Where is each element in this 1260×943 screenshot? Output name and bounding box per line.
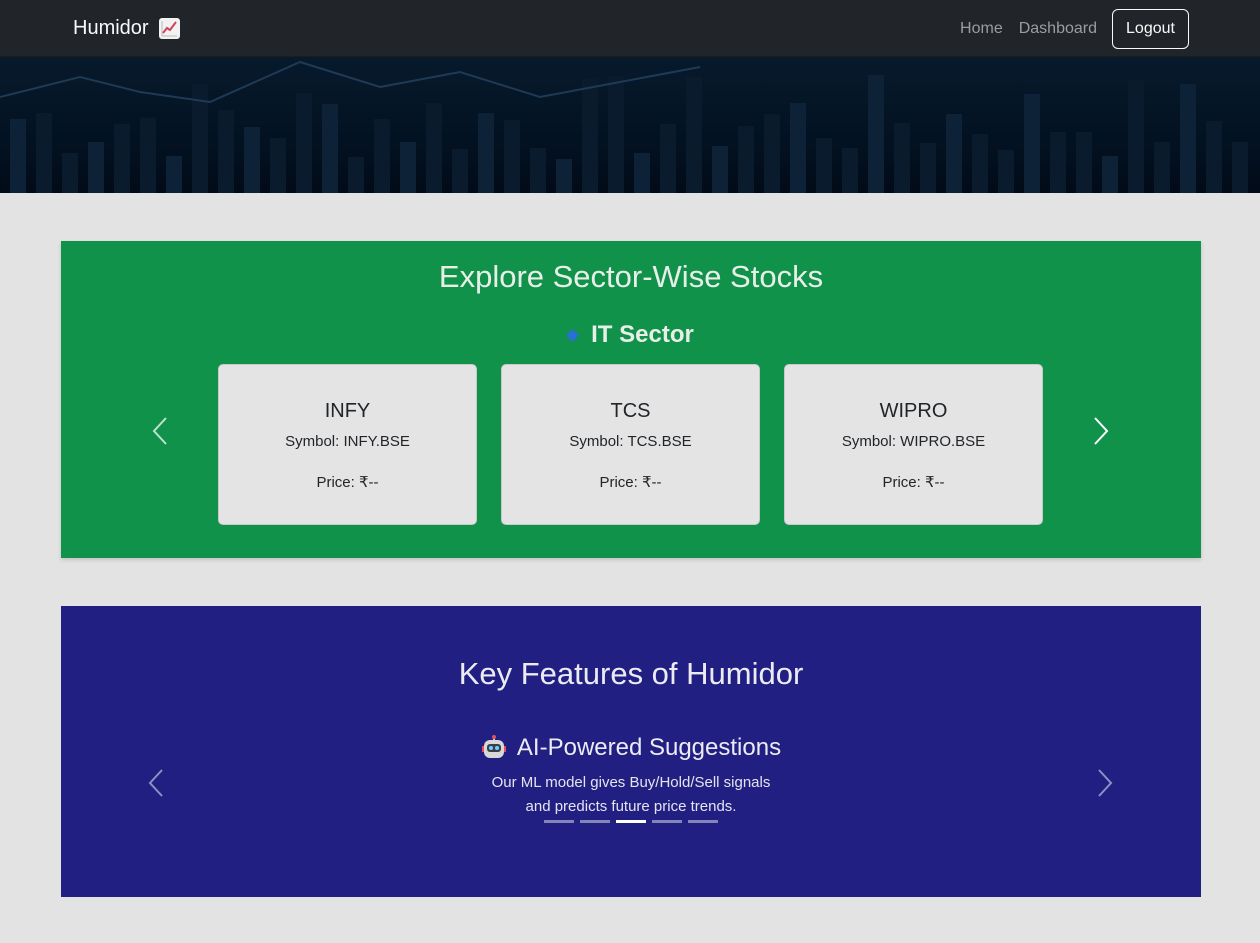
logout-button[interactable]: Logout (1112, 9, 1189, 49)
stock-card-infy[interactable]: INFY Symbol: INFY.BSE Price: ₹-- (218, 364, 477, 525)
hero-bar (686, 77, 702, 193)
hero-bar (478, 113, 494, 193)
stock-price: Price: ₹-- (882, 474, 945, 491)
hero-bar (998, 150, 1014, 193)
chevron-right-icon (1094, 417, 1109, 445)
stock-symbol: Symbol: INFY.BSE (285, 433, 410, 450)
hero-bar (270, 138, 286, 193)
stock-card-tcs[interactable]: TCS Symbol: TCS.BSE Price: ₹-- (501, 364, 760, 525)
hero-bar (764, 114, 780, 193)
hero-bar (920, 143, 936, 193)
sector-section-title: Explore Sector-Wise Stocks (438, 259, 824, 294)
sector-next-button[interactable] (1086, 411, 1116, 451)
hero-bar (1206, 121, 1222, 193)
hero-bar (400, 142, 416, 193)
stock-price: Price: ₹-- (599, 474, 662, 491)
nav-home-link[interactable]: Home (960, 20, 1003, 38)
hero-bar (244, 127, 260, 193)
features-section-title: Key Features of Humidor (458, 656, 804, 691)
stock-name: WIPRO (879, 400, 948, 422)
stock-name: TCS (610, 400, 651, 422)
hero-bar (582, 79, 598, 193)
hero-bar (894, 123, 910, 193)
carousel-indicator[interactable] (580, 820, 610, 823)
hero-bar (634, 153, 650, 193)
sector-stocks-section: Explore Sector-Wise Stocks IT Sector INF… (61, 241, 1201, 558)
hero-bar (1180, 84, 1196, 193)
stock-symbol: Symbol: WIPRO.BSE (841, 433, 986, 450)
feature-heading: AI-Powered Suggestions (61, 734, 1201, 762)
hero-bar (660, 124, 676, 193)
feature-description-line: Our ML model gives Buy/Hold/Sell signals (491, 774, 771, 791)
hero-bar (504, 120, 520, 193)
nav-links: Home Dashboard (960, 20, 1097, 38)
carousel-indicator[interactable] (652, 820, 682, 823)
sector-name: IT Sector (591, 321, 694, 348)
chevron-right-icon (1098, 769, 1113, 797)
hero-bar (530, 148, 546, 193)
hero-bar (816, 138, 832, 193)
hero-bar (868, 75, 884, 193)
stock-name: INFY (324, 400, 371, 422)
features-carousel-section: Key Features of Humidor AI-Powered Sugge… (61, 606, 1201, 897)
hero-bar (1154, 142, 1170, 193)
hero-bar (1232, 142, 1248, 193)
carousel-indicator[interactable] (616, 820, 646, 823)
carousel-indicator[interactable] (688, 820, 718, 823)
hero-bar (218, 110, 234, 193)
hero-bar (322, 104, 338, 193)
feature-description-line: and predicts future price trends. (525, 798, 737, 815)
hero-bar (426, 103, 442, 193)
hero-bar (946, 114, 962, 193)
hero-bar (712, 146, 728, 193)
hero-bar (1128, 80, 1144, 193)
hero-bar (790, 103, 806, 193)
feature-description: Our ML model gives Buy/Hold/Sell signals… (61, 771, 1201, 819)
hero-bar (842, 148, 858, 193)
nav-dashboard-link[interactable]: Dashboard (1019, 20, 1097, 38)
blue-diamond-icon (566, 328, 580, 342)
stock-symbol: Symbol: TCS.BSE (569, 433, 692, 450)
hero-bar (140, 118, 156, 193)
brand[interactable]: Humidor (73, 17, 180, 40)
hero-bar (88, 142, 104, 193)
chart-increasing-icon (158, 18, 180, 39)
sector-heading: IT Sector (61, 321, 1201, 349)
hero-bar (738, 126, 754, 193)
hero-bar (10, 119, 26, 193)
stock-card-wipro[interactable]: WIPRO Symbol: WIPRO.BSE Price: ₹-- (784, 364, 1043, 525)
hero-bar (114, 124, 130, 193)
hero-bar (1102, 156, 1118, 193)
hero-bar (36, 113, 52, 193)
feature-heading-text: AI-Powered Suggestions (516, 734, 782, 761)
hero-bar (1050, 132, 1066, 193)
carousel-indicator[interactable] (544, 820, 574, 823)
chevron-left-icon (152, 417, 167, 445)
hero-banner (0, 57, 1260, 193)
hero-background-chart (0, 60, 1248, 193)
brand-name[interactable]: Humidor (73, 17, 149, 40)
hero-bar (452, 149, 468, 193)
hero-bar (556, 159, 572, 193)
hero-bar (1076, 132, 1092, 193)
hero-bar (972, 134, 988, 193)
hero-bar (62, 153, 78, 193)
hero-bar (608, 76, 624, 193)
hero-bar (166, 156, 182, 193)
features-next-button[interactable] (1090, 763, 1120, 803)
robot-icon (481, 735, 507, 761)
stock-price: Price: ₹-- (316, 474, 379, 491)
hero-bar (374, 119, 390, 193)
hero-bar (1024, 94, 1040, 193)
sector-prev-button[interactable] (145, 411, 175, 451)
hero-bar (348, 157, 364, 193)
navbar: Humidor Home Dashboard Logout (0, 0, 1260, 57)
hero-bar (296, 93, 312, 193)
carousel-indicators (544, 820, 718, 823)
